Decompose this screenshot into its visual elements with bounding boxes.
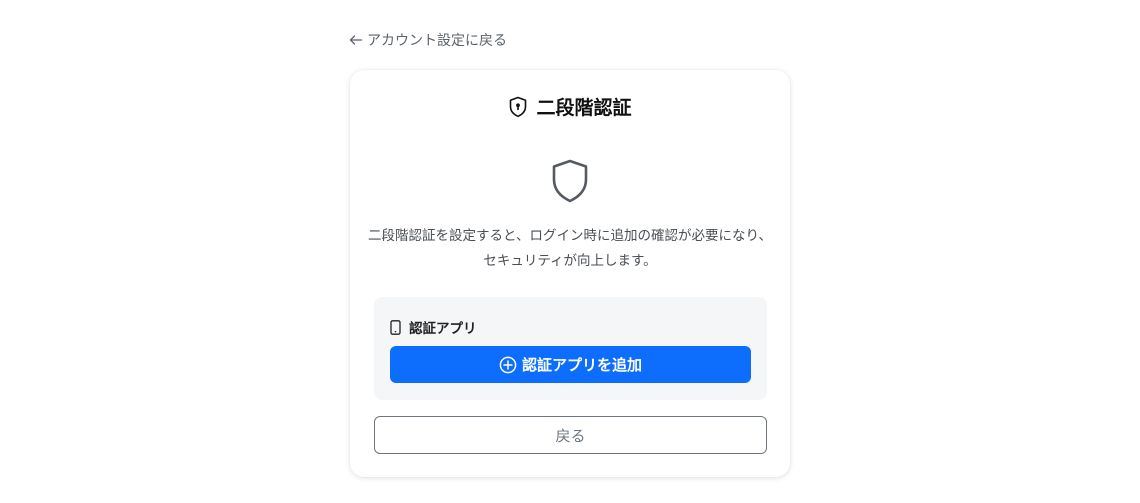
auth-app-label-row: 認証アプリ	[390, 317, 477, 337]
return-button[interactable]: 戻る	[374, 416, 767, 454]
back-to-account-settings-link[interactable]: アカウント設定に戻る	[349, 30, 507, 50]
shield-icon	[551, 159, 589, 203]
auth-app-label: 認証アプリ	[409, 321, 477, 337]
card-header: 二段階認証	[350, 93, 790, 120]
arrow-left-icon	[349, 33, 363, 47]
plus-circle-icon	[499, 356, 517, 374]
auth-app-section: 認証アプリ 認証アプリを追加	[374, 297, 767, 400]
shield-lock-icon	[508, 96, 528, 118]
two-factor-card: 二段階認証 二段階認証を設定すると、ログイン時に追加の確認が必要になり、セキュリ…	[350, 70, 790, 477]
page-title: 二段階認証	[536, 97, 632, 119]
description-text: 二段階認証を設定すると、ログイン時に追加の確認が必要になり、セキュリティが向上し…	[368, 228, 772, 269]
add-auth-app-label: 認証アプリを追加	[521, 356, 642, 374]
phone-icon	[390, 319, 401, 335]
two-factor-page: アカウント設定に戻る 二段階認証 二段階認証を設定すると、ログイン時に追加の確認…	[0, 0, 1140, 503]
add-auth-app-button[interactable]: 認証アプリを追加	[390, 346, 751, 383]
back-link-label: アカウント設定に戻る	[367, 33, 507, 49]
